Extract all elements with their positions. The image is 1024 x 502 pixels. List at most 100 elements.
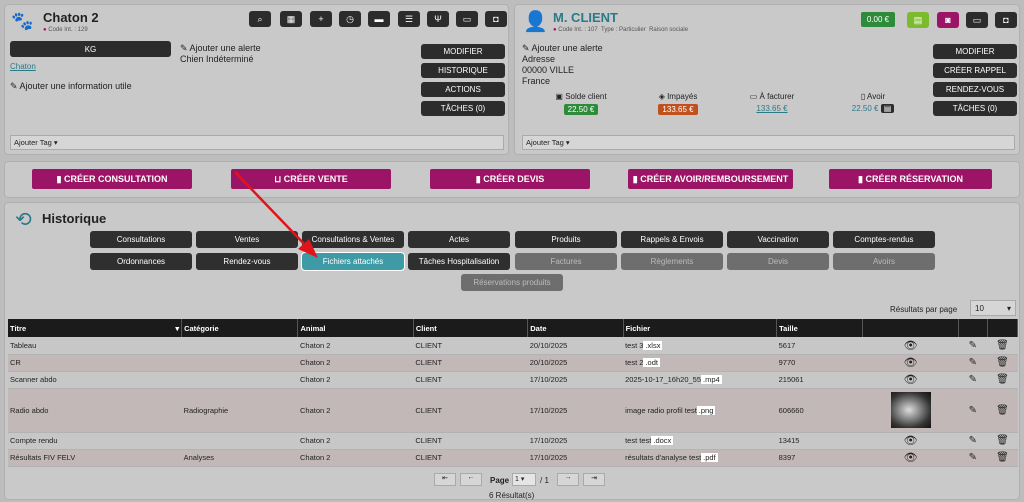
- client-taches-button[interactable]: TÂCHES (0): [933, 101, 1017, 116]
- tab-reservations-produits[interactable]: Réservations produits: [461, 274, 563, 291]
- chat-icon[interactable]: ◘: [995, 12, 1017, 28]
- historique-button[interactable]: HISTORIQUE: [421, 63, 505, 78]
- tab-vaccination[interactable]: Vaccination: [727, 231, 829, 248]
- col-taille[interactable]: Taille: [776, 319, 864, 337]
- tab-ordonnances[interactable]: Ordonnances: [90, 253, 192, 270]
- tab-consultations[interactable]: Consultations: [90, 231, 192, 248]
- tab-reglements[interactable]: Règlements: [621, 253, 723, 270]
- tab-rendez-vous[interactable]: Rendez-vous: [196, 253, 298, 270]
- prev-page-button[interactable]: ←: [460, 473, 482, 486]
- creer-reservation-button[interactable]: ▮ CRÉER RÉSERVATION: [829, 169, 992, 189]
- invoice-icon[interactable]: ▤: [907, 12, 929, 28]
- add-alert[interactable]: ✎ Ajouter une alerte: [180, 43, 261, 54]
- list-icon[interactable]: ▤: [880, 104, 895, 113]
- tab-ventes[interactable]: Ventes: [196, 231, 298, 248]
- chat-icon[interactable]: ◘: [485, 11, 507, 27]
- tag-input[interactable]: Ajouter Tag ▾: [10, 135, 504, 150]
- bed-icon[interactable]: ▬: [368, 11, 390, 27]
- cell-fichier[interactable]: résultats d'analyse test .pdf: [623, 449, 777, 467]
- tab-avoirs[interactable]: Avoirs: [833, 253, 935, 270]
- eye-icon[interactable]: 👁: [862, 354, 959, 372]
- clock-icon[interactable]: ◷: [339, 11, 361, 27]
- trash-icon[interactable]: 🗑: [987, 371, 1018, 389]
- search-icon[interactable]: ⌕: [249, 11, 271, 27]
- tab-fichiers-attaches[interactable]: Fichiers attachés: [301, 252, 405, 271]
- sort-icon[interactable]: ▾: [175, 324, 179, 333]
- pencil-icon[interactable]: ✎: [958, 371, 988, 389]
- pencil-icon[interactable]: ✎: [958, 432, 988, 450]
- xray-thumbnail[interactable]: [890, 392, 931, 428]
- eye-icon[interactable]: 👁: [862, 337, 959, 355]
- modifier-button[interactable]: MODIFIER: [421, 44, 505, 59]
- first-page-button[interactable]: ⇤: [434, 473, 456, 486]
- rendez-vous-button[interactable]: RENDEZ-VOUS: [933, 82, 1017, 97]
- table-row[interactable]: Résultats FIV FELV Analyses Chaton 2 CLIENT…: [8, 449, 1018, 467]
- table-row[interactable]: Scanner abdo Chaton 2 CLIENT 17/10/2025 2025…: [8, 371, 1018, 389]
- tab-consultations-ventes[interactable]: Consultations & Ventes: [302, 231, 404, 248]
- pencil-icon[interactable]: ✎: [958, 388, 988, 433]
- last-page-button[interactable]: ⇥: [583, 473, 605, 486]
- table-row[interactable]: Compte rendu Chaton 2 CLIENT 17/10/2025 test…: [8, 432, 1018, 450]
- taches-button[interactable]: TÂCHES (0): [421, 101, 505, 116]
- image-thumbnail[interactable]: [862, 388, 959, 433]
- cell-fichier[interactable]: test 2 .odt: [623, 354, 777, 372]
- creer-avoir-button[interactable]: ▮ CRÉER AVOIR/REMBOURSEMENT: [628, 169, 793, 189]
- results-select[interactable]: 10 ▾: [970, 300, 1016, 316]
- comment-icon[interactable]: ▭: [966, 12, 988, 28]
- client-tag-input[interactable]: Ajouter Tag ▾: [522, 135, 1015, 150]
- eye-icon[interactable]: 👁: [862, 449, 959, 467]
- pencil-icon[interactable]: ✎: [958, 337, 988, 355]
- table-row[interactable]: Tableau Chaton 2 CLIENT 20/10/2025 test 3 .xl…: [8, 337, 1018, 355]
- cell-fichier[interactable]: 2025-10-17_16h20_55 .mp4: [623, 371, 777, 389]
- comment-icon[interactable]: ▭: [456, 11, 478, 27]
- calculator-icon[interactable]: ▦: [280, 11, 302, 27]
- trash-icon[interactable]: 🗑: [987, 354, 1018, 372]
- list-icon[interactable]: ☰: [398, 11, 420, 27]
- plus-icon[interactable]: +: [310, 11, 332, 27]
- trash-icon[interactable]: 🗑: [987, 337, 1018, 355]
- col-animal[interactable]: Animal: [297, 319, 414, 337]
- trash-icon[interactable]: 🗑: [987, 432, 1018, 450]
- col-client[interactable]: Client: [413, 319, 529, 337]
- pencil-icon[interactable]: ✎: [958, 354, 988, 372]
- table-row[interactable]: CR Chaton 2 CLIENT 20/10/2025 test 2 .odt 9770…: [8, 354, 1018, 372]
- next-page-button[interactable]: →: [557, 473, 579, 486]
- cutlery-icon[interactable]: Ψ: [427, 11, 449, 27]
- creer-consultation-button[interactable]: ▮ CRÉER CONSULTATION: [32, 169, 192, 189]
- cell-fichier[interactable]: test 3 .xlsx: [623, 337, 777, 355]
- tab-taches-hospitalisation[interactable]: Tâches Hospitalisation: [408, 253, 510, 270]
- client-modifier-button[interactable]: MODIFIER: [933, 44, 1017, 59]
- tab-comptes-rendus[interactable]: Comptes-rendus: [833, 231, 935, 248]
- balance-badge: 0.00 €: [861, 12, 895, 27]
- cell-fichier[interactable]: image radio profil test .png: [623, 388, 777, 433]
- cell-taille: 8397: [776, 449, 863, 467]
- add-info[interactable]: ✎ Ajouter une information utile: [10, 81, 132, 92]
- page-select[interactable]: 1 ▾: [512, 473, 536, 486]
- pencil-icon[interactable]: ✎: [958, 449, 988, 467]
- trash-icon[interactable]: 🗑: [987, 449, 1018, 467]
- weight-button[interactable]: KG: [10, 41, 171, 57]
- tab-rappels-envois[interactable]: Rappels & Envois: [621, 231, 723, 248]
- creer-devis-button[interactable]: ▮ CRÉER DEVIS: [430, 169, 590, 189]
- col-fichier[interactable]: Fichier: [623, 319, 778, 337]
- col-titre[interactable]: Titre ▾: [8, 319, 183, 337]
- creer-vente-button[interactable]: ⊔ CRÉER VENTE: [231, 169, 391, 189]
- client-add-alert[interactable]: ✎ Ajouter une alerte: [522, 43, 603, 54]
- cell-fichier[interactable]: test test .docx: [623, 432, 777, 450]
- sms-icon[interactable]: ◙: [937, 12, 959, 28]
- actions-button[interactable]: ACTIONS: [421, 82, 505, 97]
- tab-devis[interactable]: Devis: [727, 253, 829, 270]
- eye-icon[interactable]: 👁: [862, 432, 959, 450]
- cell-client: CLIENT: [413, 449, 528, 467]
- creer-rappel-button[interactable]: CRÉER RAPPEL: [933, 63, 1017, 78]
- tab-factures[interactable]: Factures: [515, 253, 617, 270]
- species-link[interactable]: Chaton: [10, 62, 36, 71]
- stat-avoir: ▯ Avoir 22.50 € ▤: [845, 92, 901, 113]
- tab-produits[interactable]: Produits: [515, 231, 617, 248]
- tab-actes[interactable]: Actes: [408, 231, 510, 248]
- col-categorie[interactable]: Catégorie: [181, 319, 299, 337]
- col-date[interactable]: Date: [527, 319, 624, 337]
- table-row[interactable]: Radio abdo Radiographie Chaton 2 CLIENT 17/1…: [8, 388, 1018, 433]
- eye-icon[interactable]: 👁: [862, 371, 959, 389]
- trash-icon[interactable]: 🗑: [987, 388, 1018, 433]
